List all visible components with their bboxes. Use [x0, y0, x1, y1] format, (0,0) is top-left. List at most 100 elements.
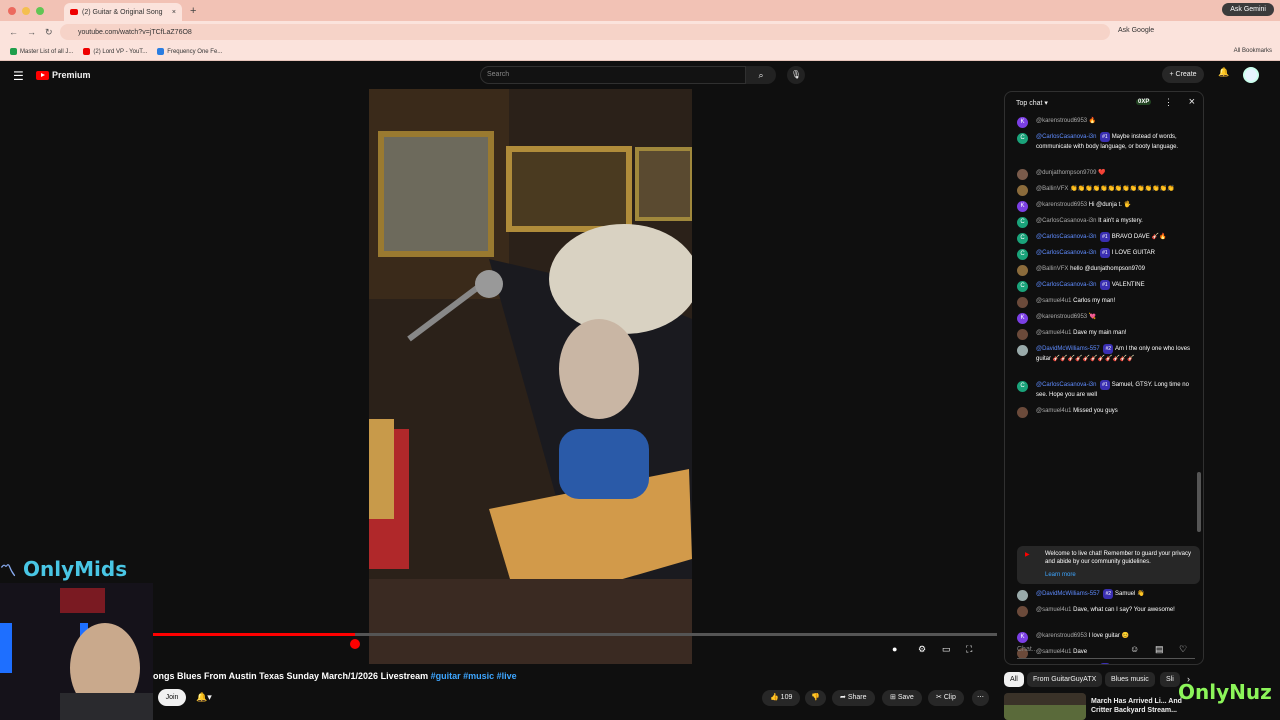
top-chat-dropdown[interactable]: Top chat ▾ — [1016, 100, 1048, 107]
voice-search-button[interactable]: 🎙 — [787, 66, 805, 84]
chat-avatar[interactable]: C — [1017, 233, 1028, 244]
chat-scrollbar[interactable] — [1197, 472, 1201, 532]
chat-username[interactable]: @samuel4u1 — [1036, 607, 1073, 613]
chat-username[interactable]: @karenstroud6953 — [1036, 314, 1089, 320]
chat-avatar[interactable] — [1017, 345, 1028, 356]
chat-avatar[interactable] — [1017, 265, 1028, 276]
search-input[interactable]: Search — [480, 66, 746, 84]
subscribe-bell-icon[interactable]: 🔔▾ — [196, 692, 212, 703]
chat-avatar[interactable]: K — [1017, 117, 1028, 128]
progress-bar[interactable] — [152, 633, 997, 636]
all-bookmarks-button[interactable]: All Bookmarks — [1234, 48, 1272, 54]
bookmark-item[interactable]: Frequency One Fe... — [157, 48, 222, 55]
menu-icon[interactable]: ☰ — [13, 69, 24, 83]
chat-message: K @karenstroud6953 Hi @dunja t. 🖐 — [1005, 200, 1197, 212]
search-button[interactable]: ⌕ — [746, 66, 776, 84]
thumbs-down-icon: 👎 — [811, 694, 820, 701]
chat-username[interactable]: @CarlosCasanova-i3n — [1036, 282, 1098, 288]
chat-avatar[interactable]: C — [1017, 217, 1028, 228]
settings-gear-icon[interactable]: ⚙ — [918, 644, 926, 655]
maximize-window-button[interactable] — [36, 6, 44, 15]
chat-username[interactable]: @DavidMcWilliams-557 — [1036, 591, 1101, 597]
ask-gemini-button[interactable]: Ask Gemini — [1222, 3, 1274, 16]
chat-username[interactable]: @CarlosCasanova-i3n — [1036, 134, 1098, 140]
chat-avatar[interactable] — [1017, 606, 1028, 617]
chat-username[interactable]: @samuel4u1 — [1036, 330, 1073, 336]
chat-message: K @karenstroud6953 💘 — [1005, 312, 1197, 324]
chip-all[interactable]: All — [1004, 672, 1024, 687]
chat-avatar[interactable]: C — [1017, 664, 1028, 665]
close-window-button[interactable] — [8, 6, 16, 15]
chat-avatar[interactable]: C — [1017, 133, 1028, 144]
chat-username[interactable]: @BallinVFX — [1036, 186, 1070, 192]
chat-avatar[interactable]: K — [1017, 313, 1028, 324]
browser-toolbar: ← → ↻ youtube.com/watch?v=jTCfLaZ76O8 As… — [0, 21, 1280, 43]
new-tab-button[interactable]: + — [190, 5, 196, 17]
chat-username[interactable]: @karenstroud6953 — [1036, 202, 1089, 208]
chat-avatar[interactable]: C — [1017, 381, 1028, 392]
chat-username[interactable]: @karenstroud6953 — [1036, 118, 1089, 124]
video-player[interactable] — [369, 89, 692, 664]
chat-username[interactable]: @DavidMcWilliams-557 — [1036, 346, 1101, 352]
chip-blues-music[interactable]: Blues music — [1105, 672, 1155, 687]
bookmark-item[interactable]: Master List of all J... — [10, 48, 73, 55]
save-button[interactable]: ⊞ Save — [882, 690, 922, 706]
progress-handle[interactable] — [349, 639, 360, 649]
emoji-icon[interactable]: ☺ — [1130, 644, 1139, 654]
chat-username[interactable]: @karenstroud6953 — [1036, 633, 1089, 639]
chat-username[interactable]: @samuel4u1 — [1036, 298, 1073, 304]
account-avatar[interactable] — [1243, 67, 1259, 83]
browser-tab-title: (2) Guitar & Original Song — [82, 8, 163, 16]
more-actions-button[interactable]: ⋯ — [972, 690, 989, 706]
video-frame-image — [369, 89, 692, 664]
onlymids-brand-overlay: 〽 OnlyMids — [0, 557, 128, 581]
chat-avatar[interactable] — [1017, 590, 1028, 601]
recommended-thumbnail[interactable] — [1004, 693, 1086, 720]
address-bar[interactable]: youtube.com/watch?v=jTCfLaZ76O8 — [60, 24, 1110, 40]
heart-icon[interactable]: ♡ — [1179, 644, 1187, 655]
chat-username[interactable]: @CarlosCasanova-i3n — [1036, 250, 1098, 256]
close-chat-icon[interactable]: × — [1189, 96, 1195, 108]
forward-icon[interactable]: → — [27, 27, 36, 37]
join-button[interactable]: Join — [158, 689, 186, 706]
chat-avatar[interactable] — [1017, 329, 1028, 340]
reload-icon[interactable]: ↻ — [45, 27, 53, 38]
clip-button[interactable]: ✂ Clip — [928, 690, 964, 706]
learn-more-link[interactable]: Learn more — [1045, 571, 1194, 579]
back-icon[interactable]: ← — [9, 27, 18, 37]
browser-tab[interactable]: (2) Guitar & Original Song × — [64, 3, 182, 21]
chat-avatar[interactable]: C — [1017, 249, 1028, 260]
ask-google-button[interactable]: Ask Google — [1118, 27, 1154, 34]
theater-mode-icon[interactable]: ▭ — [942, 644, 951, 655]
chat-username[interactable]: @samuel4u1 — [1036, 408, 1073, 414]
recommended-title[interactable]: March Has Arrived Li... And Critter Back… — [1091, 697, 1191, 715]
youtube-logo[interactable]: Premium — [36, 70, 91, 80]
chat-avatar[interactable] — [1017, 407, 1028, 418]
chip-from-channel[interactable]: From GuitarGuyATX — [1027, 672, 1103, 687]
chat-input[interactable]: Chat... — [1017, 641, 1195, 659]
share-button[interactable]: ➦ Share — [832, 690, 875, 706]
dislike-button[interactable]: 👎 — [805, 690, 826, 706]
chat-avatar[interactable]: K — [1017, 201, 1028, 212]
minimize-window-button[interactable] — [22, 6, 30, 15]
hashtags[interactable]: #guitar #music #live — [431, 671, 517, 681]
chat-username[interactable]: @CarlosCasanova-i3n — [1036, 218, 1098, 224]
bookmark-item[interactable]: (2) Lord VP - YouT... — [83, 48, 147, 55]
chat-avatar[interactable]: C — [1017, 281, 1028, 292]
create-button[interactable]: + Create — [1162, 66, 1204, 83]
fullscreen-icon[interactable]: ⛶ — [966, 644, 972, 655]
autoplay-toggle-icon[interactable]: ● — [892, 644, 897, 654]
super-chat-icon[interactable]: ▤ — [1155, 644, 1164, 655]
chat-avatar[interactable] — [1017, 297, 1028, 308]
chat-menu-icon[interactable]: ⋮ — [1164, 97, 1173, 108]
like-button[interactable]: 👍 109 — [762, 690, 801, 706]
chat-avatar[interactable] — [1017, 185, 1028, 196]
chat-username[interactable]: @BallinVFX — [1036, 266, 1070, 272]
tab-close-icon[interactable]: × — [172, 9, 176, 16]
chat-username[interactable]: @dunjathompson9709 — [1036, 170, 1098, 176]
chat-username[interactable]: @CarlosCasanova-i3n — [1036, 382, 1098, 388]
chat-username[interactable]: @CarlosCasanova-i3n — [1036, 234, 1098, 240]
chat-avatar[interactable] — [1017, 169, 1028, 180]
chip-more[interactable]: Sli — [1160, 672, 1180, 687]
notifications-bell-icon[interactable]: 🔔 — [1218, 67, 1229, 78]
